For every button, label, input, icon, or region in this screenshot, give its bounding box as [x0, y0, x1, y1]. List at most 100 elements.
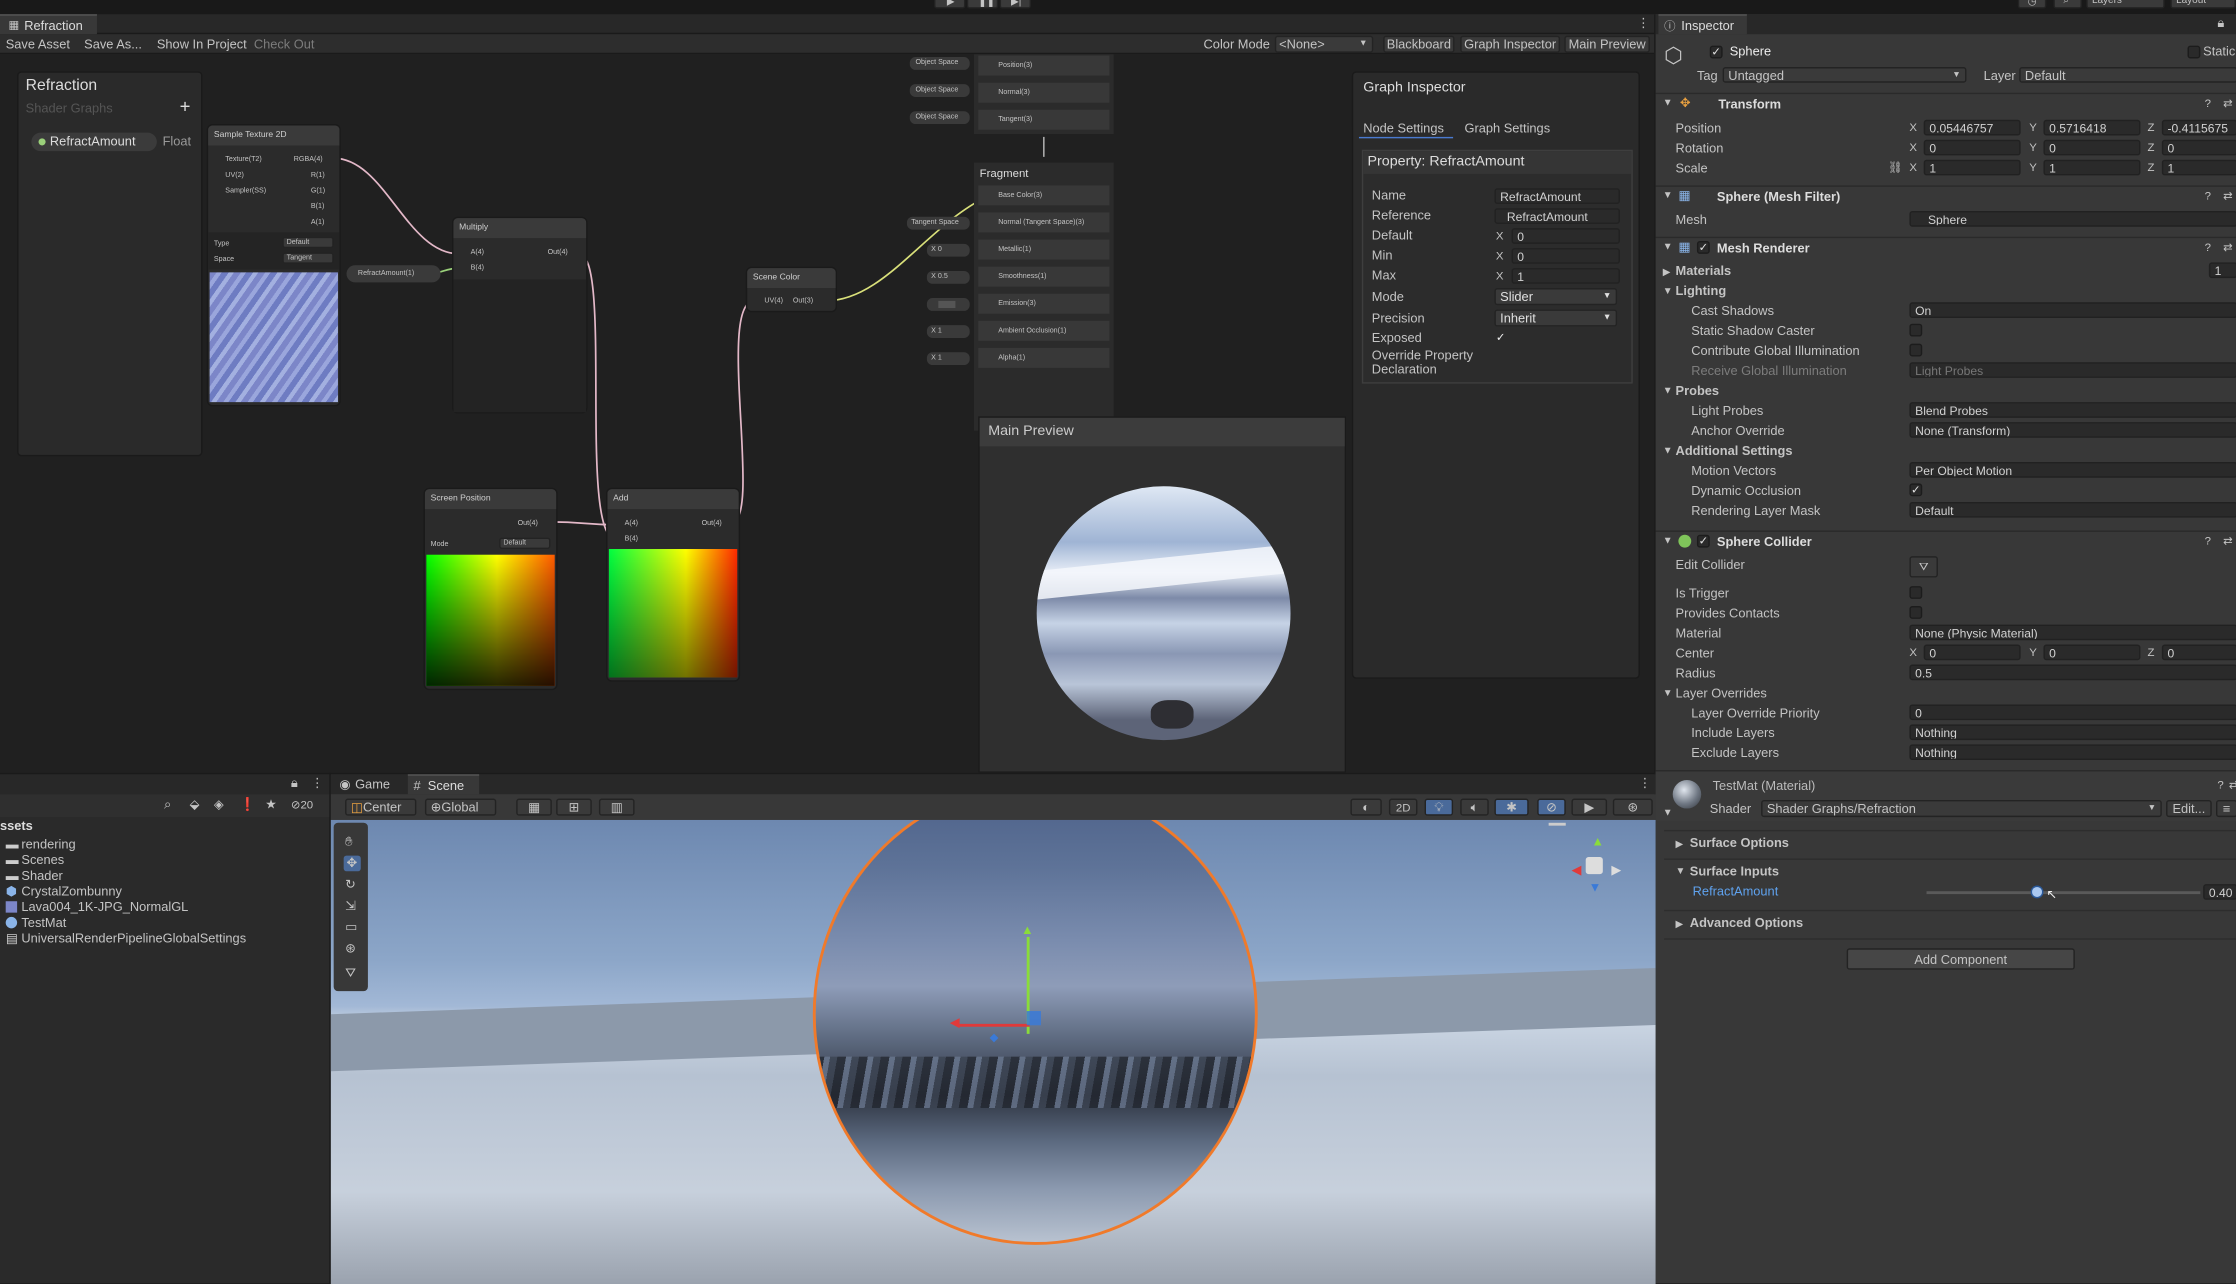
play-button[interactable]: ▶ — [934, 0, 966, 9]
static-checkbox[interactable] — [2187, 45, 2201, 59]
surface-inputs-label[interactable]: Surface Inputs — [1690, 864, 1779, 878]
list-item[interactable]: Lava004_1K-JPG_NormalGL — [5, 900, 320, 916]
foldout-closed-icon[interactable]: ▶ — [1676, 918, 1684, 930]
port-b[interactable]: B(4) — [625, 535, 638, 544]
port-b[interactable]: B(4) — [471, 264, 484, 273]
node-multiply[interactable]: Multiply A(4) B(4) Out(4) — [453, 218, 587, 413]
layer-dropdown[interactable]: Default — [2019, 67, 2236, 83]
refract-slider-thumb[interactable] — [2030, 885, 2044, 899]
port-a[interactable]: A(1) — [311, 218, 324, 227]
rect-tool-icon[interactable]: ▭ — [345, 920, 357, 936]
tangent-space-chip[interactable]: Object Space — [909, 111, 970, 125]
ao-block[interactable]: Ambient Occlusion(1) — [978, 320, 1110, 341]
port-sampler[interactable]: Sampler(SS) — [225, 187, 266, 196]
rotation-x-input[interactable]: 0 — [1923, 139, 2021, 156]
link-icon[interactable]: ⛓ — [1888, 161, 1902, 174]
graph-inspector-toggle[interactable]: Graph Inspector — [1460, 35, 1561, 53]
normal-space-chip[interactable]: Tangent Space — [906, 216, 970, 230]
light-probes-dropdown[interactable]: Blend Probes — [1909, 402, 2236, 418]
alpha-block[interactable]: Alpha(1) — [978, 347, 1110, 368]
normal-space-chip[interactable]: Object Space — [909, 84, 970, 97]
scale-x-input[interactable]: 1 — [1923, 159, 2021, 176]
custom-tool-icon[interactable]: ⛛ — [345, 965, 356, 981]
orientation-gizmo[interactable]: ▲ ▶ ◀ ▼ — [1560, 834, 1631, 905]
search-icon[interactable]: ⌕ — [164, 797, 171, 813]
main-preview-toggle[interactable]: Main Preview — [1564, 35, 1650, 53]
filter-type-icon[interactable]: ⬙ — [190, 797, 200, 813]
dynamic-occlusion-checkbox[interactable]: ✓ — [1909, 483, 1923, 497]
type-dropdown[interactable]: Default — [282, 236, 334, 249]
blackboard-property[interactable]: RefractAmount — [31, 132, 157, 152]
priority-input[interactable]: 0 — [1909, 704, 2236, 721]
list-item[interactable]: ⬢ CrystalZombunny — [6, 884, 320, 900]
gizmo-x-axis[interactable] — [958, 1023, 1030, 1027]
ao-value-chip[interactable]: X 1 — [926, 325, 970, 338]
port-out[interactable]: Out(4) — [702, 519, 722, 528]
scale-z-input[interactable]: 1 — [2161, 159, 2236, 176]
history-button[interactable]: ◷ — [2017, 0, 2047, 9]
metallic-block[interactable]: Metallic(1) — [978, 239, 1110, 260]
grid-snap-button[interactable]: ▦ — [516, 798, 552, 816]
rotation-z-input[interactable]: 0 — [2161, 139, 2236, 156]
list-item[interactable]: TestMat — [5, 915, 320, 931]
settings-icon[interactable]: ⇄ — [2223, 535, 2233, 548]
star-icon[interactable]: ★ — [265, 797, 277, 813]
port-texture[interactable]: Texture(T2) — [225, 155, 261, 164]
vertex-position-block[interactable]: Position(3) — [978, 55, 1110, 76]
refract-amount-input[interactable]: 0.40 — [2203, 884, 2236, 900]
radius-input[interactable]: 0.5 — [1909, 664, 2236, 681]
foldout-closed-icon[interactable]: ▶ — [1676, 838, 1684, 850]
mode-dropdown[interactable]: Slider ▼ — [1494, 288, 1618, 306]
position-z-input[interactable]: -0.4115675 — [2161, 119, 2236, 136]
motion-vectors-dropdown[interactable]: Per Object Motion — [1909, 462, 2236, 478]
collider-material-field[interactable]: None (Physic Material) — [1909, 624, 2236, 641]
help-icon[interactable]: ? — [2205, 190, 2211, 203]
lock-icon[interactable]: 🔒︎ — [2217, 16, 2224, 32]
port-rgba[interactable]: RGBA(4) — [294, 155, 323, 164]
show-in-project-button[interactable]: Show In Project — [157, 37, 247, 51]
space-dropdown[interactable]: Tangent — [282, 252, 334, 264]
port-uv[interactable]: UV(4) — [764, 297, 783, 306]
foldout-closed-icon[interactable]: ▶ — [1663, 267, 1671, 278]
scale-tool-icon[interactable]: ⇲ — [345, 898, 356, 914]
emission-block[interactable]: Emission(3) — [978, 293, 1110, 314]
port-b[interactable]: B(1) — [311, 202, 324, 211]
position-space-chip[interactable]: Object Space — [909, 57, 970, 70]
metallic-value-chip[interactable]: X 0 — [926, 243, 970, 257]
list-item[interactable]: ▬ Shader — [6, 868, 320, 884]
materials-label[interactable]: Materials — [1676, 264, 1732, 278]
color-mode-dropdown[interactable]: <None> ▼ — [1274, 35, 1374, 53]
tab-node-settings[interactable]: Node Settings — [1358, 118, 1454, 139]
port-out[interactable]: Out(4) — [518, 519, 538, 528]
space-dropdown[interactable]: ⊕Global — [424, 798, 497, 816]
add-component-button[interactable]: Add Component — [1846, 948, 2075, 970]
transform-header[interactable]: ▼ ✥ Transform ? ⇄ — [1655, 92, 2236, 113]
min-input[interactable]: 0 — [1511, 248, 1620, 264]
warning-icon[interactable]: ❗ — [240, 797, 256, 813]
menu-icon[interactable]: ⋮ — [311, 776, 324, 792]
exclude-layers-dropdown[interactable]: Nothing — [1909, 744, 2236, 761]
pivot-dropdown[interactable]: ◫Center — [345, 798, 417, 816]
mesh-field[interactable]: Sphere — [1909, 211, 2236, 227]
scene-sphere[interactable] — [812, 819, 1258, 1245]
gizmo-plane-handle[interactable] — [1026, 1011, 1041, 1026]
settings-icon[interactable]: ⇄ — [2223, 241, 2233, 254]
sphere-collider-header[interactable]: ▼ ✓ Sphere Collider ? ⇄ — [1655, 530, 2236, 550]
blackboard-toggle[interactable]: Blackboard — [1383, 35, 1455, 53]
max-input[interactable]: 1 — [1511, 268, 1620, 284]
save-asset-button[interactable]: Save Asset — [6, 37, 70, 51]
port-r[interactable]: R(1) — [311, 171, 325, 180]
pause-button[interactable]: ❚❚ — [966, 0, 999, 9]
gizmo-menu-icon[interactable] — [1548, 822, 1566, 826]
is-trigger-checkbox[interactable] — [1909, 586, 1923, 599]
draw-mode-button[interactable]: ◐ — [1350, 798, 1382, 816]
menu-icon[interactable]: ⋮ — [1638, 776, 1651, 792]
snap-increment-button[interactable]: ⊞ — [556, 798, 592, 816]
lighting-toggle[interactable]: 💡︎ — [1424, 798, 1454, 816]
project-breadcrumb[interactable]: ssets — [0, 819, 33, 833]
refract-slider-track[interactable] — [1926, 891, 2201, 895]
tab-scene[interactable]: # Scene — [407, 774, 480, 795]
node-scene-color[interactable]: Scene Color UV(4) Out(3) — [747, 268, 836, 311]
rendering-layer-mask-dropdown[interactable]: Default — [1909, 501, 2236, 518]
emission-color-chip[interactable] — [926, 298, 970, 311]
